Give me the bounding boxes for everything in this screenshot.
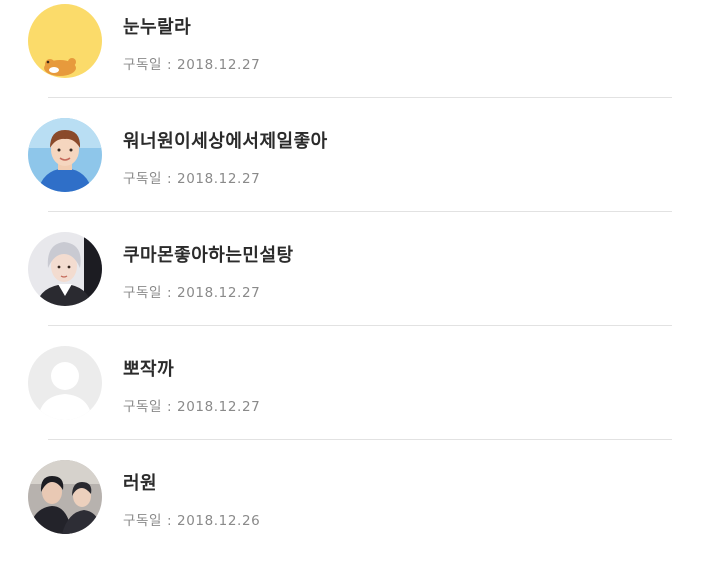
subscribe-date: 구독일 : 2018.12.27 — [123, 395, 260, 415]
profile-photo — [28, 460, 102, 534]
subscribe-date-separator: : — [166, 57, 173, 73]
subscribe-date-value: 2018.12.26 — [177, 513, 261, 529]
subscriber-name[interactable]: 워너원이세상에서제일좋아 — [123, 127, 328, 153]
divider — [48, 439, 672, 440]
avatar[interactable] — [28, 118, 102, 192]
subscribe-date-separator: : — [166, 285, 173, 301]
profile-photo — [28, 118, 102, 192]
list-item[interactable]: 눈누랄라 구독일 : 2018.12.27 — [0, 0, 720, 114]
subscribe-date-label: 구독일 — [123, 171, 163, 187]
list-item[interactable]: 워너원이세상에서제일좋아 구독일 : 2018.12.27 — [0, 114, 720, 228]
avatar[interactable] — [28, 4, 102, 78]
subscribe-date: 구독일 : 2018.12.27 — [123, 167, 260, 187]
subscribe-date-separator: : — [166, 399, 173, 415]
subscribe-date-label: 구독일 — [123, 513, 163, 529]
avatar[interactable] — [28, 346, 102, 420]
yellow-character-icon — [28, 4, 102, 78]
subscriber-name[interactable]: 뽀작까 — [123, 355, 174, 381]
subscribe-date-value: 2018.12.27 — [177, 171, 261, 187]
subscribe-date-label: 구독일 — [123, 285, 163, 301]
avatar[interactable] — [28, 232, 102, 306]
subscribe-date-separator: : — [166, 513, 173, 529]
subscribe-date-label: 구독일 — [123, 57, 163, 73]
avatar[interactable] — [28, 460, 102, 534]
subscriber-list: 눈누랄라 구독일 : 2018.12.27 워너원이세상에서제일좋아 구독일:… — [0, 0, 720, 570]
list-item[interactable]: 쿠마몬좋아하는민설탕 구독일 : 2018.12.27 — [0, 228, 720, 342]
subscribe-date-label: 구독일 — [123, 399, 163, 415]
list-item[interactable]: 러원 구독일 : 2018.12.26 — [0, 456, 720, 570]
divider — [48, 97, 672, 98]
profile-photo — [28, 232, 102, 306]
subscriber-name[interactable]: 러원 — [123, 469, 157, 495]
subscribe-date: 구독일 : 2018.12.27 — [123, 281, 260, 301]
list-item[interactable]: 뽀작까 구독일 : 2018.12.27 — [0, 342, 720, 456]
subscribe-date-value: 2018.12.27 — [177, 285, 261, 301]
subscribe-date: 구독일 : 2018.12.27 — [123, 53, 260, 73]
subscriber-name[interactable]: 쿠마몬좋아하는민설탕 — [123, 241, 294, 267]
divider — [48, 325, 672, 326]
divider — [48, 211, 672, 212]
subscribe-date-separator: : — [166, 171, 173, 187]
default-person-icon — [28, 346, 102, 420]
subscribe-date-value: 2018.12.27 — [177, 57, 261, 73]
subscribe-date: 구독일 : 2018.12.26 — [123, 509, 260, 529]
subscribe-date-value: 2018.12.27 — [177, 399, 261, 415]
subscriber-name[interactable]: 눈누랄라 — [123, 13, 191, 39]
